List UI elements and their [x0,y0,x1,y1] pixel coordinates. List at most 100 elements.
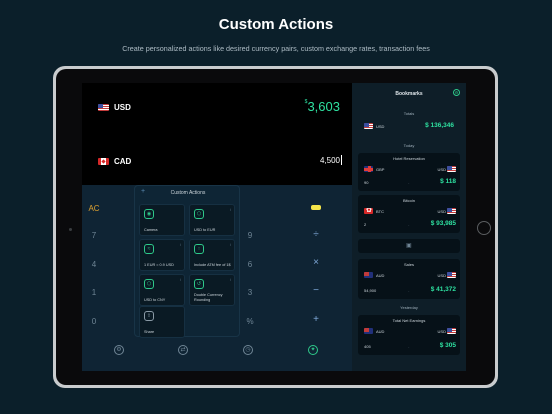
key-ac[interactable]: AC [82,204,106,213]
to-amount: $ 118 [440,178,456,185]
subline: Create personalized actions like desired… [122,44,430,53]
totals-row[interactable]: USD $ 136,346 [358,119,460,137]
currency-row-cad[interactable]: CAD 4,500 [82,155,352,169]
totals-label: Totals [403,111,415,116]
info-icon[interactable]: i [180,277,181,282]
fee-icon: ↑ [194,244,204,254]
us-flag-icon [98,104,109,111]
bookmark-card[interactable]: Sales AUD USD 54,900 - $ 41,372 [358,259,460,299]
history-icon[interactable]: ◷ [243,345,253,355]
action-tile-camera[interactable]: ◉ Camera [139,204,185,236]
action-label: USD to CNY [144,297,166,302]
separator: - [408,288,410,293]
bookmarks-title: Bookmarks [395,91,423,97]
key-9[interactable]: 9 [238,231,262,240]
us-flag-icon [447,166,456,172]
action-tile-atm-fee[interactable]: ↑ i Include ATM fee of 1$ [189,239,235,271]
key-6[interactable]: 6 [238,260,262,269]
to-code: USD [437,167,446,172]
au-flag-icon [364,272,373,278]
from-amount: 54,900 [364,288,377,293]
home-button[interactable] [477,221,491,235]
to-code: USD [437,329,446,334]
separator: - [408,344,410,349]
info-icon[interactable]: i [230,207,231,212]
currency-row-usd[interactable]: USD $3,603 [82,99,352,115]
currency-code: USD [114,103,131,112]
info-icon[interactable]: i [180,242,181,247]
text-cursor [341,155,342,165]
exchange-icon: ⬡ [144,279,154,289]
currency-amount: $3,603 [304,99,340,114]
info-icon[interactable]: i [230,277,231,282]
action-tile-share[interactable]: ⇧ Share [139,306,185,338]
from-amount: 405 [364,344,371,349]
to-amount: $ 305 [439,342,456,349]
bookmark-card[interactable]: Bitcoin BTC USD 2 - $ 93,985 [358,195,460,233]
camera-icon: ◉ [144,209,154,219]
custom-actions-popover: + Custom Actions ◉ Camera ⬡ i USD to EUR… [134,185,240,338]
tablet-bezel: USD $3,603 CAD 4,500 AC 7 4 1 0 9 6 3 % … [56,69,495,385]
key-0[interactable]: 0 [82,317,106,326]
gb-flag-icon [364,166,373,172]
key-multiply[interactable]: × [304,257,328,268]
rounding-icon: ↺ [194,279,204,289]
from-code: BTC [376,209,384,214]
rate-icon: ≈ [144,244,154,254]
action-tile-rounding[interactable]: ↺ i Double Currency Rounding [189,274,235,306]
bookmarks-settings-icon[interactable]: ⚙ [453,89,460,96]
exchange-icon: ⬡ [194,209,204,219]
us-flag-icon [447,208,456,214]
separator: - [408,222,410,227]
settings-icon[interactable]: ⚙ [114,345,124,355]
key-plus[interactable]: + [304,314,328,325]
btc-flag-icon [364,208,373,214]
custom-actions-icon[interactable]: ✦ [308,345,318,355]
popover-title: Custom Actions [170,190,206,196]
totals-code: USD [376,124,385,129]
totals-value: $ 136,346 [425,122,454,129]
key-3[interactable]: 3 [238,288,262,297]
to-amount: $ 93,985 [430,220,456,227]
action-label: 1 EUR = 0.9 USD [144,262,174,267]
action-label: Include ATM fee of 1$ [194,262,231,267]
from-code: GBP [376,167,385,172]
bookmark-title: Bitcoin [402,198,415,203]
us-flag-icon [447,328,456,334]
yellow-tag-icon[interactable] [311,205,321,210]
action-tile-rate[interactable]: ≈ i 1 EUR = 0.9 USD [139,239,185,271]
separator: - [408,180,410,185]
currency-amount: 4,500 [319,156,340,165]
from-amount: 2 [364,222,367,227]
key-7[interactable]: 7 [82,231,106,240]
bookmark-card[interactable]: Total Net Earnings AUD USD 405 - $ 305 [358,315,460,355]
info-icon[interactable]: i [230,242,231,247]
bookmark-title: Sales [403,262,414,267]
today-label: Today [403,143,415,148]
key-4[interactable]: 4 [82,260,106,269]
canada-flag-icon [98,158,109,165]
action-tile-usd-to-eur[interactable]: ⬡ i USD to EUR [189,204,235,236]
bookmarks-panel: Bookmarks ⚙ Totals USD $ 136,346 Today H… [352,83,466,371]
key-1[interactable]: 1 [82,288,106,297]
key-minus[interactable]: − [304,285,328,296]
bookmark-card[interactable]: Hotel Reservation GBP USD 90 - $ 118 [358,153,460,191]
tablet-frame: USD $3,603 CAD 4,500 AC 7 4 1 0 9 6 3 % … [53,66,498,388]
us-flag-icon [364,123,373,129]
action-label: Camera [144,227,158,232]
share-icon: ⇧ [144,311,154,321]
au-flag-icon [364,328,373,334]
to-code: USD [437,209,446,214]
from-code: AUD [376,273,385,278]
swap-icon[interactable]: ⇄ [178,345,188,355]
key-percent[interactable]: % [238,317,262,326]
action-label: USD to EUR [194,227,216,232]
yesterday-label: Yesterday [400,305,418,310]
locked-bookmark[interactable]: ▣ [358,239,460,253]
currency-code: CAD [114,157,132,166]
key-divide[interactable]: ÷ [304,229,328,240]
action-tile-usd-to-cny[interactable]: ⬡ i USD to CNY [139,274,185,306]
us-flag-icon [447,272,456,278]
camera-dot [69,228,72,231]
to-amount: $ 41,372 [430,286,456,293]
